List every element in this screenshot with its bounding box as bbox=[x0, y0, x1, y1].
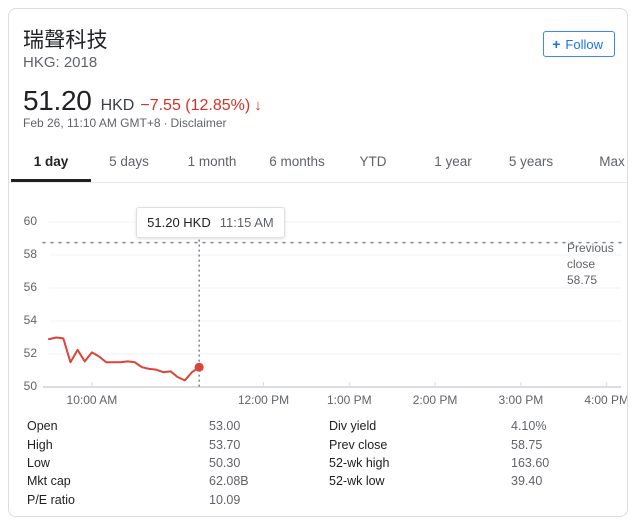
stat-label: Mkt cap bbox=[27, 474, 71, 489]
tab-max[interactable]: Max bbox=[572, 141, 627, 182]
x-axis-tick-label: 4:00 PM bbox=[584, 393, 628, 407]
tab-label: 1 month bbox=[187, 154, 237, 169]
stat-value: 163.60 bbox=[511, 455, 550, 470]
stat-label: Open bbox=[27, 419, 58, 434]
stat-row: 52-wk high 163.60 bbox=[329, 454, 619, 472]
previous-close-label: Previous close 58.75 bbox=[567, 240, 625, 288]
stats-column-left: Open 53.00 High 53.70 Low 50.30 Mkt cap 62.08B P… bbox=[27, 417, 317, 509]
stat-row: Prev close 58.75 bbox=[329, 435, 619, 453]
tooltip-time: 11:15 AM bbox=[219, 215, 274, 230]
stat-row: 52-wk low 39.40 bbox=[329, 472, 619, 490]
previous-close-line2: close bbox=[567, 257, 596, 271]
stat-value: 50.30 bbox=[209, 455, 241, 470]
y-axis-tick-label: 52 bbox=[23, 346, 37, 360]
stat-value: 53.00 bbox=[209, 419, 241, 434]
x-axis-tick-label: 3:00 PM bbox=[498, 393, 544, 407]
chart-canvas bbox=[42, 221, 622, 388]
stat-label: Low bbox=[27, 455, 50, 470]
separator-dot: · bbox=[163, 116, 168, 130]
tab-label: Max bbox=[599, 154, 625, 169]
tab-1-day[interactable]: 1 day bbox=[11, 141, 91, 182]
x-axis-tick-label: 2:00 PM bbox=[412, 393, 458, 407]
previous-close-value: 58.75 bbox=[567, 273, 598, 287]
tab-1-year[interactable]: 1 year bbox=[413, 141, 493, 182]
stock-quote-card: 瑞聲科技 HKG: 2018 + Follow 51.20 HKD −7.55 … bbox=[8, 8, 628, 517]
stat-value: 62.08B bbox=[209, 474, 249, 489]
stat-label: Prev close bbox=[329, 437, 388, 452]
tab-label: YTD bbox=[359, 154, 387, 169]
stat-row: P/E ratio 10.09 bbox=[27, 491, 317, 509]
tab-5-years[interactable]: 5 years bbox=[491, 141, 571, 182]
stat-value: 10.09 bbox=[209, 492, 241, 507]
stat-label: P/E ratio bbox=[27, 492, 75, 507]
stats-table: Open 53.00 High 53.70 Low 50.30 Mkt cap 62.08B P… bbox=[9, 417, 627, 516]
x-axis-tick-label: 1:00 PM bbox=[326, 393, 372, 407]
y-axis-tick-label: 60 bbox=[23, 214, 37, 228]
stat-row: Div yield 4.10% bbox=[329, 417, 619, 435]
stat-row: Low 50.30 bbox=[27, 454, 317, 472]
tab-label: 6 months bbox=[269, 154, 325, 169]
previous-close-line1: Previous bbox=[567, 241, 614, 255]
plus-icon: + bbox=[552, 35, 561, 52]
follow-button[interactable]: + Follow bbox=[543, 31, 615, 57]
range-tabs: 1 day 5 days 1 month 6 months YTD 1 year 5 yea… bbox=[9, 141, 627, 183]
timestamp-text: Feb 26, 11:10 AM GMT+8 bbox=[23, 116, 161, 130]
stat-label: 52-wk low bbox=[329, 474, 385, 489]
tab-label: 5 years bbox=[508, 154, 554, 169]
tab-ytd[interactable]: YTD bbox=[333, 141, 413, 182]
tab-5-days[interactable]: 5 days bbox=[89, 141, 169, 182]
price-row: 51.20 HKD −7.55 (12.85%) ↓ bbox=[23, 85, 262, 117]
follow-button-label: Follow bbox=[565, 36, 603, 52]
stat-row: Mkt cap 62.08B bbox=[27, 472, 317, 490]
stat-label: High bbox=[27, 437, 53, 452]
stat-value: 39.40 bbox=[511, 474, 543, 489]
ticker-symbol: HKG: 2018 bbox=[23, 54, 98, 71]
tab-label: 1 day bbox=[33, 154, 69, 169]
current-price: 51.20 bbox=[23, 85, 92, 116]
chart-tooltip: 51.20 HKD 11:15 AM bbox=[136, 207, 285, 238]
price-chart[interactable]: Previous close 58.75 51.20 HKD 11:15 AM … bbox=[9, 182, 628, 410]
stat-value: 4.10% bbox=[511, 419, 547, 434]
stat-label: Div yield bbox=[329, 419, 377, 434]
x-axis-tick-label: 10:00 AM bbox=[66, 393, 118, 407]
stats-column-right: Div yield 4.10% Prev close 58.75 52-wk high 1… bbox=[329, 417, 619, 491]
y-axis-tick-label: 50 bbox=[23, 379, 37, 393]
stat-row: Open 53.00 bbox=[27, 417, 317, 435]
x-axis-tick-label: 12:00 PM bbox=[237, 393, 290, 407]
quote-timestamp: Feb 26, 11:10 AM GMT+8 · Disclaimer bbox=[23, 116, 227, 130]
tab-1-month[interactable]: 1 month bbox=[172, 141, 252, 182]
price-change: −7.55 (12.85%) bbox=[140, 97, 251, 114]
stat-value: 58.75 bbox=[511, 437, 543, 452]
tooltip-price: 51.20 HKD bbox=[147, 215, 211, 230]
y-axis-tick-label: 54 bbox=[23, 313, 37, 327]
y-axis-tick-label: 58 bbox=[23, 247, 37, 261]
stat-label: 52-wk high bbox=[329, 455, 390, 470]
arrow-down-icon: ↓ bbox=[254, 97, 262, 114]
y-axis-tick-label: 56 bbox=[23, 280, 37, 294]
page-title: 瑞聲科技 bbox=[23, 29, 108, 52]
tab-label: 1 year bbox=[434, 154, 472, 169]
disclaimer-link[interactable]: Disclaimer bbox=[171, 116, 227, 130]
tab-label: 5 days bbox=[109, 154, 149, 169]
tab-6-months[interactable]: 6 months bbox=[257, 141, 337, 182]
stat-value: 53.70 bbox=[209, 437, 241, 452]
stat-row: High 53.70 bbox=[27, 435, 317, 453]
currency-label: HKD bbox=[100, 97, 135, 114]
